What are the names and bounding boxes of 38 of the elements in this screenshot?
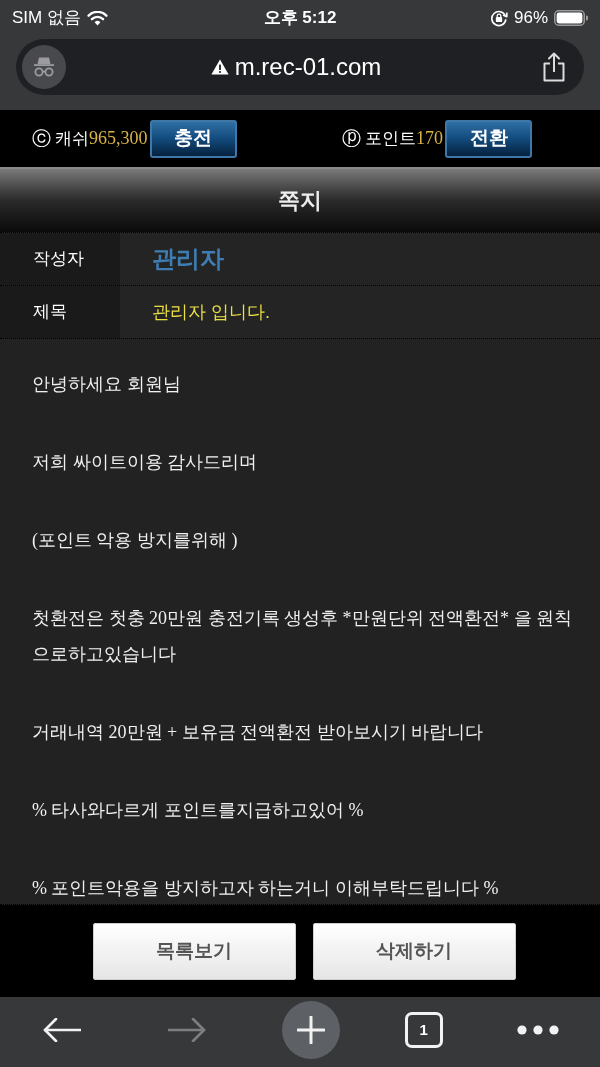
currency-symbol: ⓒ (32, 126, 51, 152)
field-label-cell: 제목 (0, 286, 120, 338)
balance-label: 캐쉬 (55, 127, 89, 150)
list-button[interactable]: 목록보기 (92, 922, 296, 980)
back-arrow-icon (43, 1018, 82, 1042)
rotation-lock-icon (489, 9, 508, 27)
clock-time: 오후 5:12 (263, 7, 337, 30)
share-icon[interactable] (542, 52, 566, 82)
wifi-icon (86, 10, 108, 26)
url-text: m.rec-01.com (234, 52, 382, 82)
balance-amount: 965,300 (89, 127, 148, 150)
battery-percent: 96% (513, 7, 548, 30)
delete-button[interactable]: 삭제하기 (312, 922, 516, 980)
forward-arrow-icon (168, 1018, 207, 1042)
message-paragraph: 저희 싸이트이용 감사드리며 (32, 451, 258, 474)
page-title: 쪽지 (278, 187, 322, 215)
currency-symbol: ⓟ (342, 126, 361, 152)
message-paragraph: (포인트 악용 방지를위해 ) (32, 529, 239, 552)
plus-icon (297, 1016, 325, 1044)
message-paragraph: % 타사와다르게 포인트를지급하고있어 % (32, 799, 365, 822)
message-paragraph: 첫환전은 첫충 20만원 충전기록 생성후 *만원단위 전액환전* 을 원칙으로하고있습니다 (32, 607, 573, 666)
carrier-label: SIM 없음 (12, 7, 81, 30)
address-bar[interactable]: m.rec-01.com (16, 39, 584, 95)
message-paragraph: 안녕하세요 회원님 (32, 373, 182, 396)
subject-text: 관리자 입니다. (152, 300, 270, 324)
balance-amount: 170 (416, 127, 443, 150)
message-paragraph: % 포인트악용을 방지하고자 하는거니 이해부탁드립니다 % (32, 877, 500, 900)
tab-count-button[interactable]: 1 (404, 1012, 443, 1048)
field-label-cell: 작성자 (0, 233, 120, 285)
message-paragraph: 거래내역 20만원 + 보유금 전액환전 받아보시기 바랍니다 (32, 721, 485, 744)
more-icon (516, 1025, 559, 1035)
convert-button[interactable]: 전환 (445, 119, 532, 158)
incognito-icon (22, 45, 66, 89)
battery-icon (554, 10, 588, 26)
author-name: 관리자 (152, 244, 224, 274)
warning-icon (210, 59, 229, 75)
charge-button[interactable]: 충전 (149, 119, 237, 158)
balance-label: 포인트 (365, 127, 416, 150)
